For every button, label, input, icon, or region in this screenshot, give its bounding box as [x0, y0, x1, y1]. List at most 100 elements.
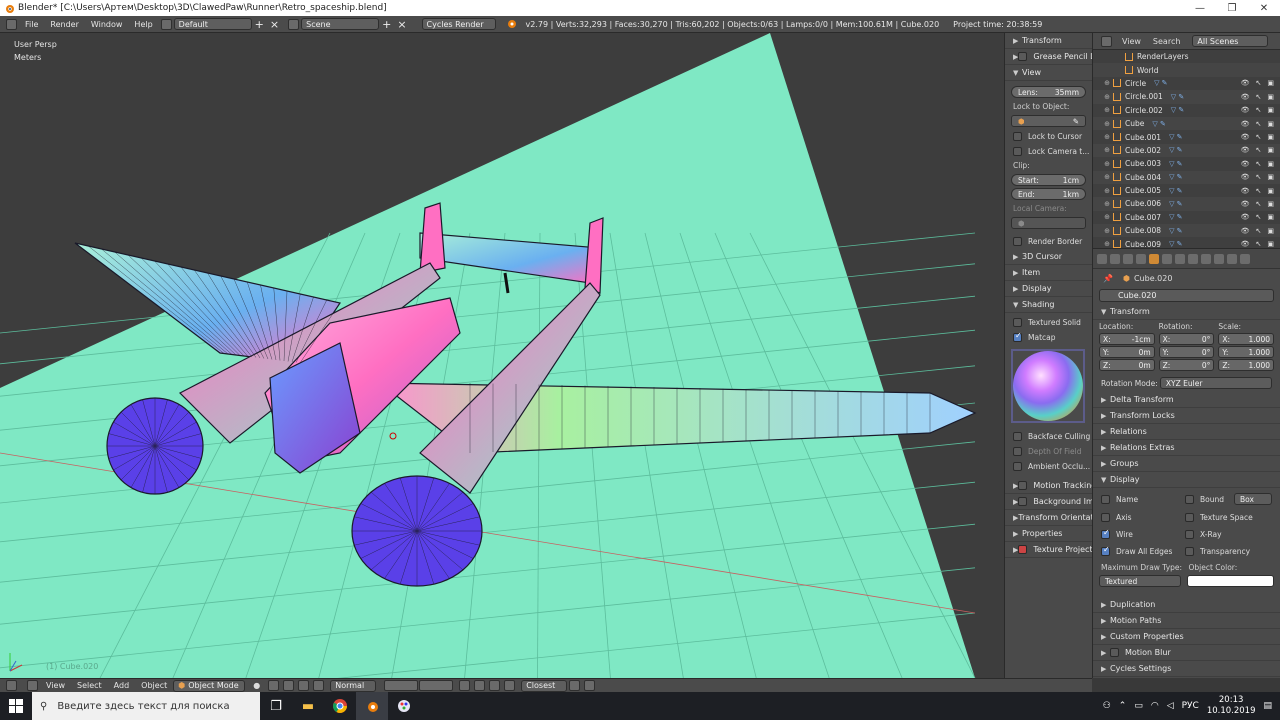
- modifier-icon[interactable]: ▽ ✎: [1169, 227, 1182, 235]
- modifier-icon[interactable]: ▽ ✎: [1169, 133, 1182, 141]
- visibility-icon[interactable]: 👁: [1241, 160, 1250, 168]
- section-transform-locks[interactable]: ▶ Transform Locks: [1093, 408, 1280, 424]
- expand-icon[interactable]: ⊕: [1093, 187, 1113, 195]
- panel-view[interactable]: ▼ View: [1005, 65, 1092, 81]
- select-icon[interactable]: ↖: [1256, 200, 1262, 208]
- menu-window[interactable]: Window: [85, 20, 129, 29]
- rotation-z[interactable]: Z: 0°: [1158, 359, 1215, 371]
- name-option[interactable]: Name: [1099, 490, 1183, 508]
- visibility-icon[interactable]: 👁: [1241, 79, 1250, 87]
- transparency-option[interactable]: Transparency: [1183, 544, 1274, 559]
- expand-icon[interactable]: ⊕: [1093, 160, 1113, 168]
- section-duplication[interactable]: ▶ Duplication: [1093, 597, 1280, 613]
- render-layer-icon[interactable]: [474, 680, 486, 691]
- render-icon[interactable]: ▣: [1267, 93, 1274, 101]
- outliner-item[interactable]: ⊕ Cube.005 ▽ ✎ 👁 ↖ ▣: [1093, 184, 1280, 197]
- panel-texture-projection[interactable]: ▶Texture Projectio: [1005, 542, 1092, 558]
- select-icon[interactable]: ↖: [1256, 160, 1262, 168]
- outliner-item[interactable]: ⊕ Circle.002 ▽ ✎ 👁 ↖ ▣: [1093, 104, 1280, 117]
- view3d-menu-view[interactable]: View: [40, 681, 71, 690]
- visibility-icon[interactable]: 👁: [1241, 93, 1250, 101]
- expand-icon[interactable]: ⊕: [1093, 106, 1113, 114]
- menu-file[interactable]: File: [19, 20, 44, 29]
- outliner-editor-icon[interactable]: [1101, 35, 1112, 47]
- chrome-icon[interactable]: [324, 692, 356, 720]
- scene-field[interactable]: Scene: [301, 18, 380, 30]
- section-delta-transform[interactable]: ▶ Delta Transform: [1093, 392, 1280, 408]
- editor-type-icon[interactable]: [6, 18, 17, 30]
- volume-icon[interactable]: ◁: [1167, 701, 1174, 711]
- restriction-toggles[interactable]: 👁 ↖ ▣: [1241, 106, 1274, 114]
- physics-tab-icon[interactable]: [1240, 253, 1250, 264]
- blender-taskbar-icon[interactable]: [356, 692, 388, 720]
- mode-select[interactable]: ⬢ Object Mode: [173, 679, 246, 692]
- rotate-icon[interactable]: [313, 680, 325, 691]
- modifier-icon[interactable]: ▽ ✎: [1169, 173, 1182, 181]
- transform-orientation-select[interactable]: Normal: [330, 679, 377, 692]
- expand-icon[interactable]: ⊕: [1093, 200, 1113, 208]
- select-icon[interactable]: ↖: [1256, 213, 1262, 221]
- outliner-item[interactable]: ⊕ Circle ▽ ✎ 👁 ↖ ▣: [1093, 77, 1280, 90]
- data-tab-icon[interactable]: [1188, 253, 1198, 264]
- modifier-icon[interactable]: ▽ ✎: [1171, 93, 1184, 101]
- section-relations[interactable]: ▶ Relations: [1093, 424, 1280, 440]
- add-layout-icon[interactable]: +: [252, 18, 267, 31]
- location-y[interactable]: Y: 0m: [1099, 346, 1155, 358]
- object-tab-icon[interactable]: [1149, 253, 1159, 264]
- axis-option[interactable]: Axis: [1099, 510, 1183, 525]
- lock-object-field[interactable]: ⬢ ✎: [1011, 115, 1086, 127]
- outliner-item[interactable]: ⊕ Cube.008 ▽ ✎ 👁 ↖ ▣: [1093, 224, 1280, 238]
- material-tab-icon[interactable]: [1201, 253, 1211, 264]
- lock-camera-option[interactable]: Lock Camera t...: [1005, 144, 1092, 159]
- clock[interactable]: 20:13 10.10.2019: [1207, 695, 1256, 717]
- scene-tab-icon[interactable]: [1123, 253, 1133, 264]
- clip-start-field[interactable]: Start: 1cm: [1011, 174, 1086, 186]
- visibility-icon[interactable]: 👁: [1241, 240, 1250, 248]
- outliner-item[interactable]: ⊕ Cube.001 ▽ ✎ 👁 ↖ ▣: [1093, 130, 1280, 143]
- depth-of-field-option[interactable]: Depth Of Field: [1005, 444, 1092, 459]
- visibility-icon[interactable]: 👁: [1241, 227, 1250, 235]
- notifications-icon[interactable]: ▤: [1263, 701, 1272, 711]
- outliner-item[interactable]: World: [1093, 63, 1280, 77]
- render-icon[interactable]: ▣: [1267, 146, 1274, 154]
- file-explorer-icon[interactable]: ▬: [292, 692, 324, 720]
- textured-solid-option[interactable]: Textured Solid: [1005, 313, 1092, 330]
- outliner-item[interactable]: ⊕ Cube.002 ▽ ✎ 👁 ↖ ▣: [1093, 143, 1280, 158]
- view3d-menu-select[interactable]: Select: [71, 681, 108, 690]
- max-draw-type-select[interactable]: Textured: [1099, 575, 1181, 587]
- lens-field[interactable]: Lens: 35mm: [1011, 86, 1086, 98]
- scene-icon[interactable]: [288, 18, 300, 30]
- restriction-toggles[interactable]: 👁 ↖ ▣: [1241, 213, 1274, 221]
- paint-icon[interactable]: [388, 692, 420, 720]
- expand-icon[interactable]: ⊕: [1093, 213, 1113, 221]
- texture-tab-icon[interactable]: [1214, 253, 1224, 264]
- render-icon[interactable]: ▣: [1267, 173, 1274, 181]
- section-relations-extras[interactable]: ▶ Relations Extras: [1093, 440, 1280, 456]
- remove-layout-icon[interactable]: ×: [267, 18, 282, 31]
- outliner-display-mode-select[interactable]: All Scenes: [1192, 35, 1268, 47]
- network-icon[interactable]: ▭: [1134, 701, 1143, 711]
- modifier-icon[interactable]: ▽ ✎: [1169, 146, 1182, 154]
- render-icon[interactable]: ▣: [1267, 120, 1274, 128]
- object-color-swatch[interactable]: [1186, 575, 1274, 587]
- expand-icon[interactable]: ⊕: [1093, 146, 1113, 154]
- screen-layout-field[interactable]: Default: [173, 18, 252, 30]
- section-transform[interactable]: ▼ Transform: [1093, 304, 1280, 320]
- snap-icon[interactable]: [504, 680, 516, 691]
- taskbar-search-input[interactable]: ⚲ Введите здесь текст для поиска: [32, 692, 260, 720]
- modifier-icon[interactable]: ▽ ✎: [1154, 79, 1167, 87]
- manipulator-icon[interactable]: [283, 680, 295, 691]
- restriction-toggles[interactable]: 👁 ↖ ▣: [1241, 160, 1274, 168]
- local-camera-field[interactable]: ⬢: [1011, 217, 1086, 229]
- layers-tab-icon[interactable]: [1110, 253, 1120, 264]
- render-icon[interactable]: ▣: [1267, 227, 1274, 235]
- restriction-toggles[interactable]: 👁 ↖ ▣: [1241, 200, 1274, 208]
- location-x[interactable]: X: -1cm: [1099, 333, 1155, 345]
- panel-display[interactable]: ▶ Display: [1005, 281, 1092, 297]
- viewport-canvas[interactable]: [0, 33, 1004, 678]
- render-icon[interactable]: ▣: [1267, 240, 1274, 248]
- modifier-icon[interactable]: ▽ ✎: [1169, 187, 1182, 195]
- visibility-icon[interactable]: 👁: [1241, 133, 1250, 141]
- select-icon[interactable]: ↖: [1256, 187, 1262, 195]
- object-name-field[interactable]: Cube.020: [1099, 289, 1274, 302]
